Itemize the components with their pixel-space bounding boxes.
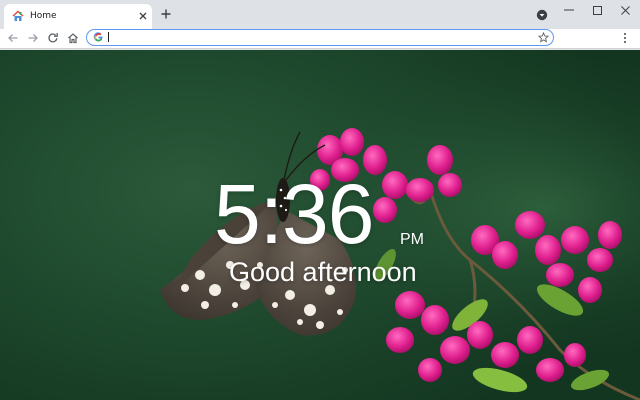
clock-time: 5:36 [214,167,374,261]
back-arrow-icon[interactable] [7,32,19,44]
greeting: Good afternoon [229,257,417,287]
kebab-menu-icon[interactable] [620,32,630,44]
clock: 5:36 PM [214,168,474,260]
address-input[interactable] [108,30,518,44]
omnibox[interactable] [86,29,554,46]
home-icon[interactable] [67,32,79,44]
google-g-icon [93,32,103,42]
close-icon[interactable] [138,11,148,21]
house-icon [12,10,24,21]
reload-icon[interactable] [47,32,59,44]
toolbar [0,29,640,49]
star-icon[interactable] [538,32,549,43]
maximize-icon[interactable] [592,5,604,17]
close-icon[interactable] [620,5,632,17]
forward-arrow-icon[interactable] [27,32,39,44]
profile-circle-icon[interactable] [536,9,548,21]
minimize-icon[interactable] [563,9,575,21]
tab-home[interactable]: Home [4,4,152,29]
tab-title: Home [30,11,57,21]
clock-ampm: PM [400,231,424,248]
tab-strip: Home [0,0,640,29]
new-tab-page: 5:36 PM Good afternoon [0,50,640,400]
plus-icon[interactable] [161,9,171,19]
